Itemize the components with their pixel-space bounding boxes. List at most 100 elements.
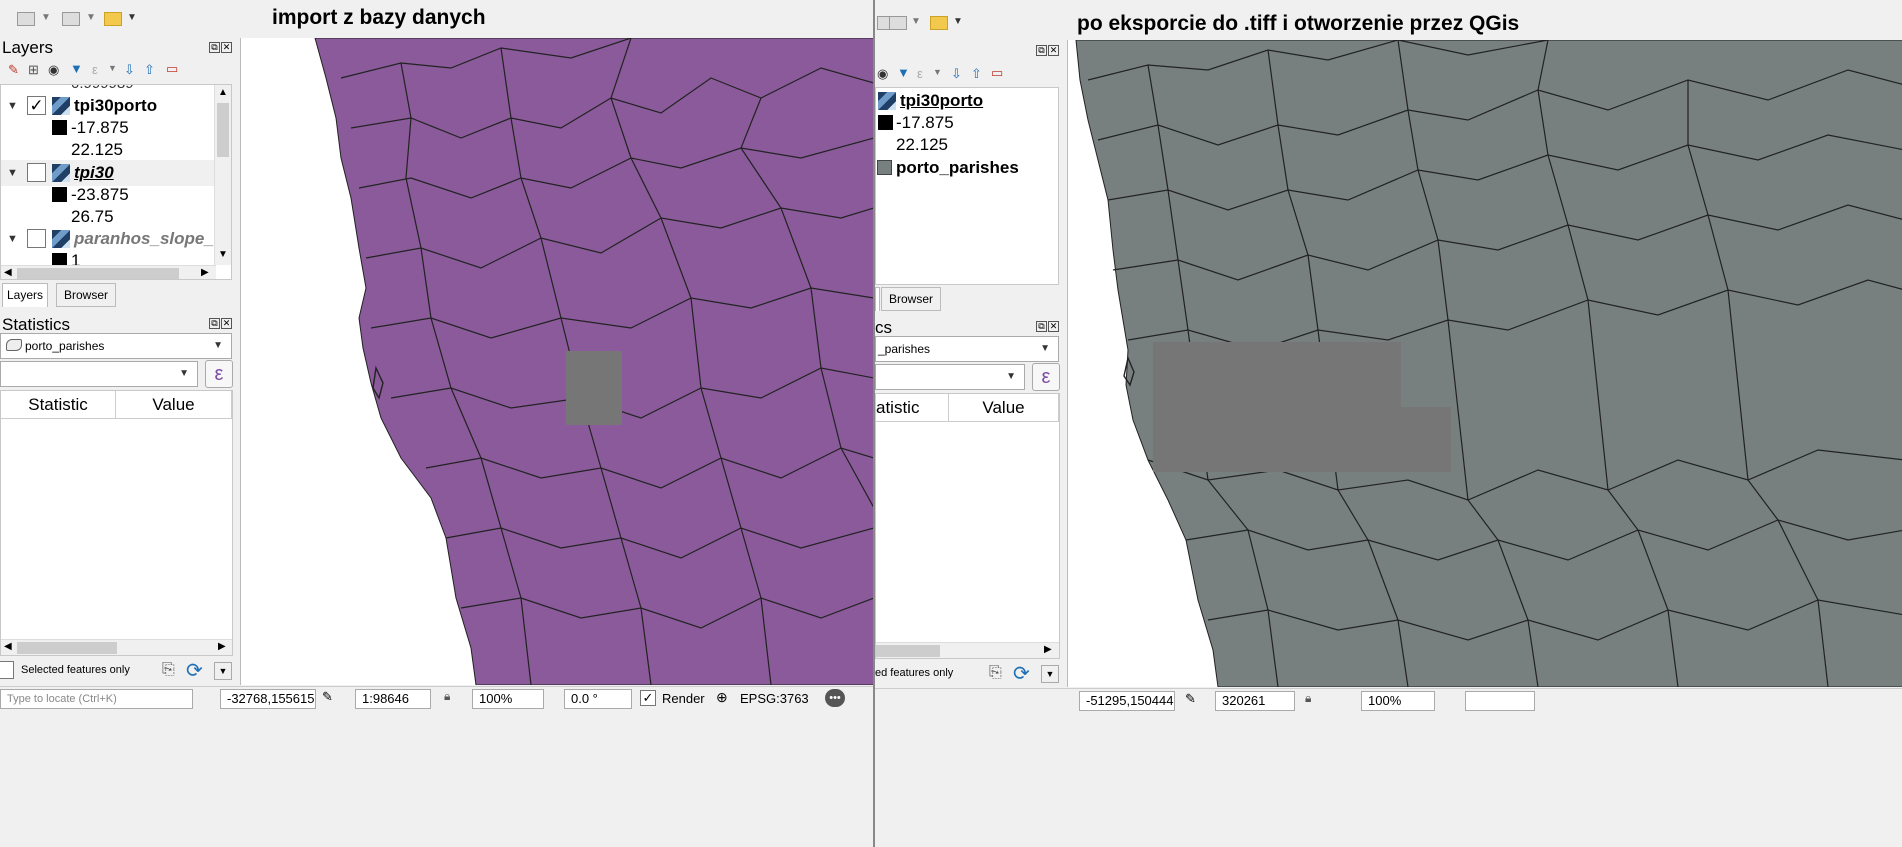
scroll-thumb[interactable] bbox=[876, 645, 940, 657]
scroll-thumb[interactable] bbox=[17, 268, 179, 279]
style-icon[interactable]: ✎ bbox=[8, 62, 19, 78]
tab-browser[interactable]: Browser bbox=[881, 287, 941, 311]
statistics-layer-select[interactable]: porto_parishes ▼ bbox=[0, 333, 232, 359]
right-map-canvas[interactable] bbox=[1067, 40, 1902, 687]
statistics-horizontal-scrollbar[interactable]: ◀ ▶ bbox=[1, 639, 232, 655]
column-header-value[interactable]: Value bbox=[116, 391, 232, 419]
filter-icon[interactable]: ▼ bbox=[70, 61, 83, 76]
chevron-down-icon[interactable]: ▼ bbox=[7, 226, 18, 252]
raster-patch bbox=[566, 351, 622, 425]
eye-icon[interactable]: ◉ bbox=[877, 66, 888, 82]
lock-icon[interactable]: 🔒︎ bbox=[444, 689, 450, 704]
refresh-icon[interactable]: ⟳ bbox=[1013, 661, 1030, 686]
scroll-right-icon[interactable]: ▶ bbox=[1044, 644, 1052, 655]
chevron-down-icon[interactable]: ▼ bbox=[7, 160, 18, 186]
rotation-field[interactable] bbox=[1465, 691, 1535, 711]
copy-icon[interactable] bbox=[62, 12, 80, 26]
expression-button[interactable]: ε bbox=[1032, 363, 1060, 391]
add-group-icon[interactable]: ⊞ bbox=[28, 62, 39, 78]
rotation-field[interactable]: 0.0 ° bbox=[564, 689, 632, 709]
chevron-down-icon: ▼ bbox=[179, 368, 189, 379]
statistics-field-select[interactable]: ▼ bbox=[875, 364, 1025, 390]
selected-only-checkbox[interactable] bbox=[0, 661, 14, 679]
scroll-up-icon[interactable]: ▲ bbox=[218, 87, 228, 98]
close-icon[interactable]: ✕ bbox=[1048, 321, 1059, 332]
float-panel-icon[interactable]: ⧉ bbox=[1036, 45, 1047, 56]
layers-vertical-scrollbar[interactable]: ▲ ▼ bbox=[214, 85, 231, 265]
column-header-value[interactable]: Value bbox=[949, 394, 1059, 422]
chevron-down-icon[interactable]: ▼ bbox=[41, 12, 51, 23]
chevron-down-icon[interactable]: ▼ bbox=[1041, 665, 1059, 683]
chevron-down-icon[interactable]: ▼ bbox=[933, 67, 942, 77]
deselect-icon[interactable] bbox=[104, 12, 122, 26]
scroll-left-icon[interactable]: ◀ bbox=[4, 641, 12, 652]
locator-search-input[interactable]: Type to locate (Ctrl+K) bbox=[0, 689, 193, 709]
scale-field[interactable]: 320261 bbox=[1215, 691, 1295, 711]
crs-icon[interactable]: ⊕ bbox=[716, 689, 728, 706]
close-icon[interactable]: ✕ bbox=[221, 42, 232, 53]
select-feature-icon[interactable] bbox=[17, 12, 35, 26]
scroll-left-icon[interactable]: ◀ bbox=[4, 267, 12, 278]
filter-expression-icon[interactable]: ε bbox=[92, 62, 98, 77]
layers-horizontal-scrollbar[interactable]: ◀ ▶ bbox=[1, 265, 216, 279]
close-icon[interactable]: ✕ bbox=[1048, 45, 1059, 56]
lock-icon[interactable]: 🔒︎ bbox=[1305, 691, 1311, 706]
layer-row-paranhos[interactable]: ▼ paranhos_slope_recl bbox=[1, 226, 216, 252]
chevron-down-icon[interactable]: ▼ bbox=[7, 93, 18, 119]
scroll-right-icon[interactable]: ▶ bbox=[201, 267, 209, 278]
scale-field[interactable]: 1:98646 bbox=[355, 689, 431, 709]
magnifier-field[interactable]: 100% bbox=[472, 689, 544, 709]
copy-icon[interactable]: ⎘ bbox=[989, 664, 1002, 682]
column-header-statistic[interactable]: Statistic bbox=[1, 391, 116, 419]
scroll-thumb[interactable] bbox=[217, 103, 229, 157]
scroll-right-icon[interactable]: ▶ bbox=[218, 641, 226, 652]
layers-toolbar: ◉ ▼ ε ▼ ⇩ ⇧ ▭ bbox=[875, 64, 1055, 84]
statistics-horizontal-scrollbar[interactable]: ▶ bbox=[876, 642, 1059, 658]
tab-layers[interactable] bbox=[875, 287, 880, 311]
layers-toolbar: ✎ ⊞ ◉ ▼ ε ▼ ⇩ ⇧ ▭ bbox=[4, 60, 234, 80]
float-panel-icon[interactable]: ⧉ bbox=[209, 42, 220, 53]
close-icon[interactable]: ✕ bbox=[221, 318, 232, 329]
remove-layer-icon[interactable]: ▭ bbox=[991, 65, 1003, 81]
left-map-canvas[interactable] bbox=[240, 38, 873, 685]
messages-icon[interactable]: ••• bbox=[825, 689, 845, 707]
statistics-field-select[interactable]: ▼ bbox=[0, 361, 198, 387]
copy-icon[interactable]: ⎘ bbox=[162, 661, 175, 679]
selected-only-label: ed features only bbox=[875, 667, 954, 679]
collapse-all-icon[interactable]: ⇧ bbox=[971, 66, 982, 82]
layer-checkbox[interactable] bbox=[27, 163, 46, 182]
refresh-icon[interactable]: ⟳ bbox=[186, 658, 203, 683]
chevron-down-icon[interactable]: ▼ bbox=[953, 16, 963, 27]
chevron-down-icon[interactable]: ▼ bbox=[86, 12, 96, 23]
tab-layers[interactable]: Layers bbox=[2, 283, 48, 307]
expression-button[interactable]: ε bbox=[205, 360, 233, 388]
coordinate-field[interactable]: -51295,150444 bbox=[1079, 691, 1175, 711]
expand-all-icon[interactable]: ⇩ bbox=[951, 66, 962, 82]
coordinate-field[interactable]: -32768,155615 bbox=[220, 689, 316, 709]
statistics-layer-select[interactable]: _parishes ▼ bbox=[875, 336, 1059, 362]
expand-all-icon[interactable]: ⇩ bbox=[124, 62, 135, 78]
crs-label[interactable]: EPSG:3763 bbox=[740, 691, 809, 706]
chevron-down-icon[interactable]: ▼ bbox=[127, 12, 137, 23]
copy-icon[interactable] bbox=[889, 16, 907, 30]
chevron-down-icon[interactable]: ▼ bbox=[214, 662, 232, 680]
chevron-down-icon[interactable]: ▼ bbox=[911, 16, 921, 27]
render-checkbox[interactable]: ✓ bbox=[640, 690, 656, 706]
scroll-down-icon[interactable]: ▼ bbox=[218, 249, 228, 260]
chevron-down-icon[interactable]: ▼ bbox=[108, 63, 117, 73]
black-swatch bbox=[878, 115, 893, 130]
eye-icon[interactable]: ◉ bbox=[48, 62, 59, 78]
collapse-all-icon[interactable]: ⇧ bbox=[144, 62, 155, 78]
filter-icon[interactable]: ▼ bbox=[897, 65, 910, 80]
magnifier-field[interactable]: 100% bbox=[1361, 691, 1435, 711]
deselect-icon[interactable] bbox=[930, 16, 948, 30]
filter-expression-icon[interactable]: ε bbox=[917, 66, 923, 81]
float-panel-icon[interactable]: ⧉ bbox=[1036, 321, 1047, 332]
layer-checkbox[interactable] bbox=[27, 229, 46, 248]
layer-checkbox[interactable]: ✓ bbox=[27, 96, 46, 115]
tab-browser[interactable]: Browser bbox=[56, 283, 116, 307]
scroll-thumb[interactable] bbox=[17, 642, 117, 654]
column-header-statistic[interactable]: atistic bbox=[876, 394, 949, 422]
remove-layer-icon[interactable]: ▭ bbox=[166, 61, 178, 77]
float-panel-icon[interactable]: ⧉ bbox=[209, 318, 220, 329]
